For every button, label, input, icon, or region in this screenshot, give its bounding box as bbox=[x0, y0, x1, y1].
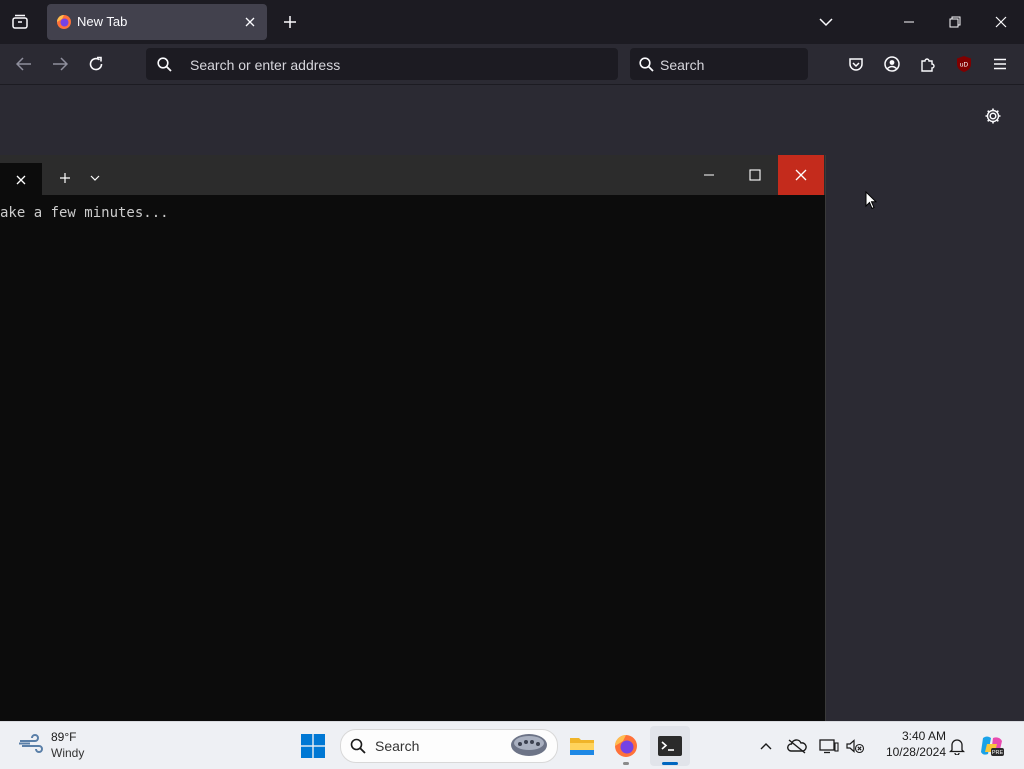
network-display-icon[interactable] bbox=[818, 735, 840, 757]
extensions-puzzle-icon[interactable] bbox=[916, 52, 940, 76]
pocket-icon[interactable] bbox=[844, 52, 868, 76]
close-terminal-tab-icon[interactable] bbox=[12, 171, 30, 189]
volume-muted-icon[interactable] bbox=[844, 735, 866, 757]
reload-icon[interactable] bbox=[84, 52, 108, 76]
windows-taskbar: 89°F Windy Search 3:40 AM 10/28/2024 PRE bbox=[0, 721, 1024, 769]
svg-text:PRE: PRE bbox=[992, 750, 1004, 756]
svg-text:uD: uD bbox=[960, 62, 969, 69]
tab-title: New Tab bbox=[77, 14, 128, 29]
tab-manager-icon[interactable] bbox=[8, 10, 32, 34]
weather-condition: Windy bbox=[51, 746, 85, 760]
terminal-close-icon[interactable] bbox=[778, 155, 824, 195]
address-bar[interactable]: Search or enter address bbox=[146, 48, 618, 80]
browser-minimize-icon[interactable] bbox=[886, 0, 932, 44]
search-icon bbox=[638, 56, 654, 72]
search-icon bbox=[350, 738, 366, 754]
start-button-windows-icon[interactable] bbox=[293, 726, 333, 766]
search-bar[interactable]: Search bbox=[630, 48, 808, 80]
mouse-cursor-icon bbox=[865, 191, 877, 210]
wind-icon bbox=[18, 734, 44, 754]
weather-temperature: 89°F bbox=[51, 730, 77, 744]
active-indicator bbox=[662, 762, 678, 765]
file-explorer-icon[interactable] bbox=[562, 726, 602, 766]
tab-new-tab[interactable]: New Tab bbox=[47, 4, 267, 40]
address-placeholder: Search or enter address bbox=[190, 57, 341, 73]
search-icon bbox=[156, 56, 172, 72]
new-tab-plus-icon[interactable] bbox=[278, 10, 302, 34]
terminal-window[interactable]: ake a few minutes... bbox=[0, 155, 826, 721]
firefox-taskbar-icon[interactable] bbox=[606, 726, 646, 766]
ublock-origin-icon[interactable]: uD bbox=[952, 52, 976, 76]
browser-nav-bar: Search or enter address Search uD bbox=[0, 44, 1024, 85]
back-arrow-icon[interactable] bbox=[12, 52, 36, 76]
running-indicator bbox=[623, 762, 629, 765]
terminal-maximize-icon[interactable] bbox=[732, 155, 778, 195]
browser-restore-icon[interactable] bbox=[932, 0, 978, 44]
weather-widget[interactable]: 89°F Windy bbox=[14, 728, 114, 762]
terminal-output: ake a few minutes... bbox=[0, 205, 169, 221]
new-terminal-tab-plus-icon[interactable] bbox=[54, 167, 76, 189]
firefox-icon bbox=[56, 14, 72, 30]
clock-date: 10/28/2024 bbox=[885, 745, 946, 759]
terminal-taskbar-icon[interactable] bbox=[650, 726, 690, 766]
terminal-tab[interactable] bbox=[0, 163, 42, 195]
taskbar-search-box[interactable]: Search bbox=[340, 729, 558, 763]
forward-arrow-icon[interactable] bbox=[48, 52, 72, 76]
system-clock[interactable]: 3:40 AM 10/28/2024 bbox=[872, 728, 946, 760]
show-hidden-icons-chevron-icon[interactable] bbox=[756, 736, 776, 756]
copilot-icon[interactable]: PRE bbox=[978, 732, 1006, 760]
search-placeholder: Search bbox=[660, 57, 705, 73]
hamburger-menu-icon[interactable] bbox=[988, 52, 1012, 76]
account-icon[interactable] bbox=[880, 52, 904, 76]
settings-gear-icon[interactable] bbox=[980, 103, 1006, 129]
close-tab-icon[interactable] bbox=[240, 12, 260, 32]
terminal-dropdown-chevron-icon[interactable] bbox=[84, 167, 106, 189]
search-highlight-icon bbox=[509, 732, 549, 758]
browser-tab-bar: New Tab bbox=[0, 0, 1024, 44]
taskbar-search-placeholder: Search bbox=[375, 738, 420, 754]
terminal-title-bar[interactable] bbox=[0, 155, 825, 195]
clock-time: 3:40 AM bbox=[901, 729, 946, 743]
terminal-minimize-icon[interactable] bbox=[686, 155, 732, 195]
onedrive-offline-icon[interactable] bbox=[786, 735, 808, 757]
list-all-tabs-chevron-icon[interactable] bbox=[814, 10, 838, 34]
browser-close-icon[interactable] bbox=[978, 0, 1024, 44]
notification-bell-icon[interactable] bbox=[946, 735, 968, 757]
